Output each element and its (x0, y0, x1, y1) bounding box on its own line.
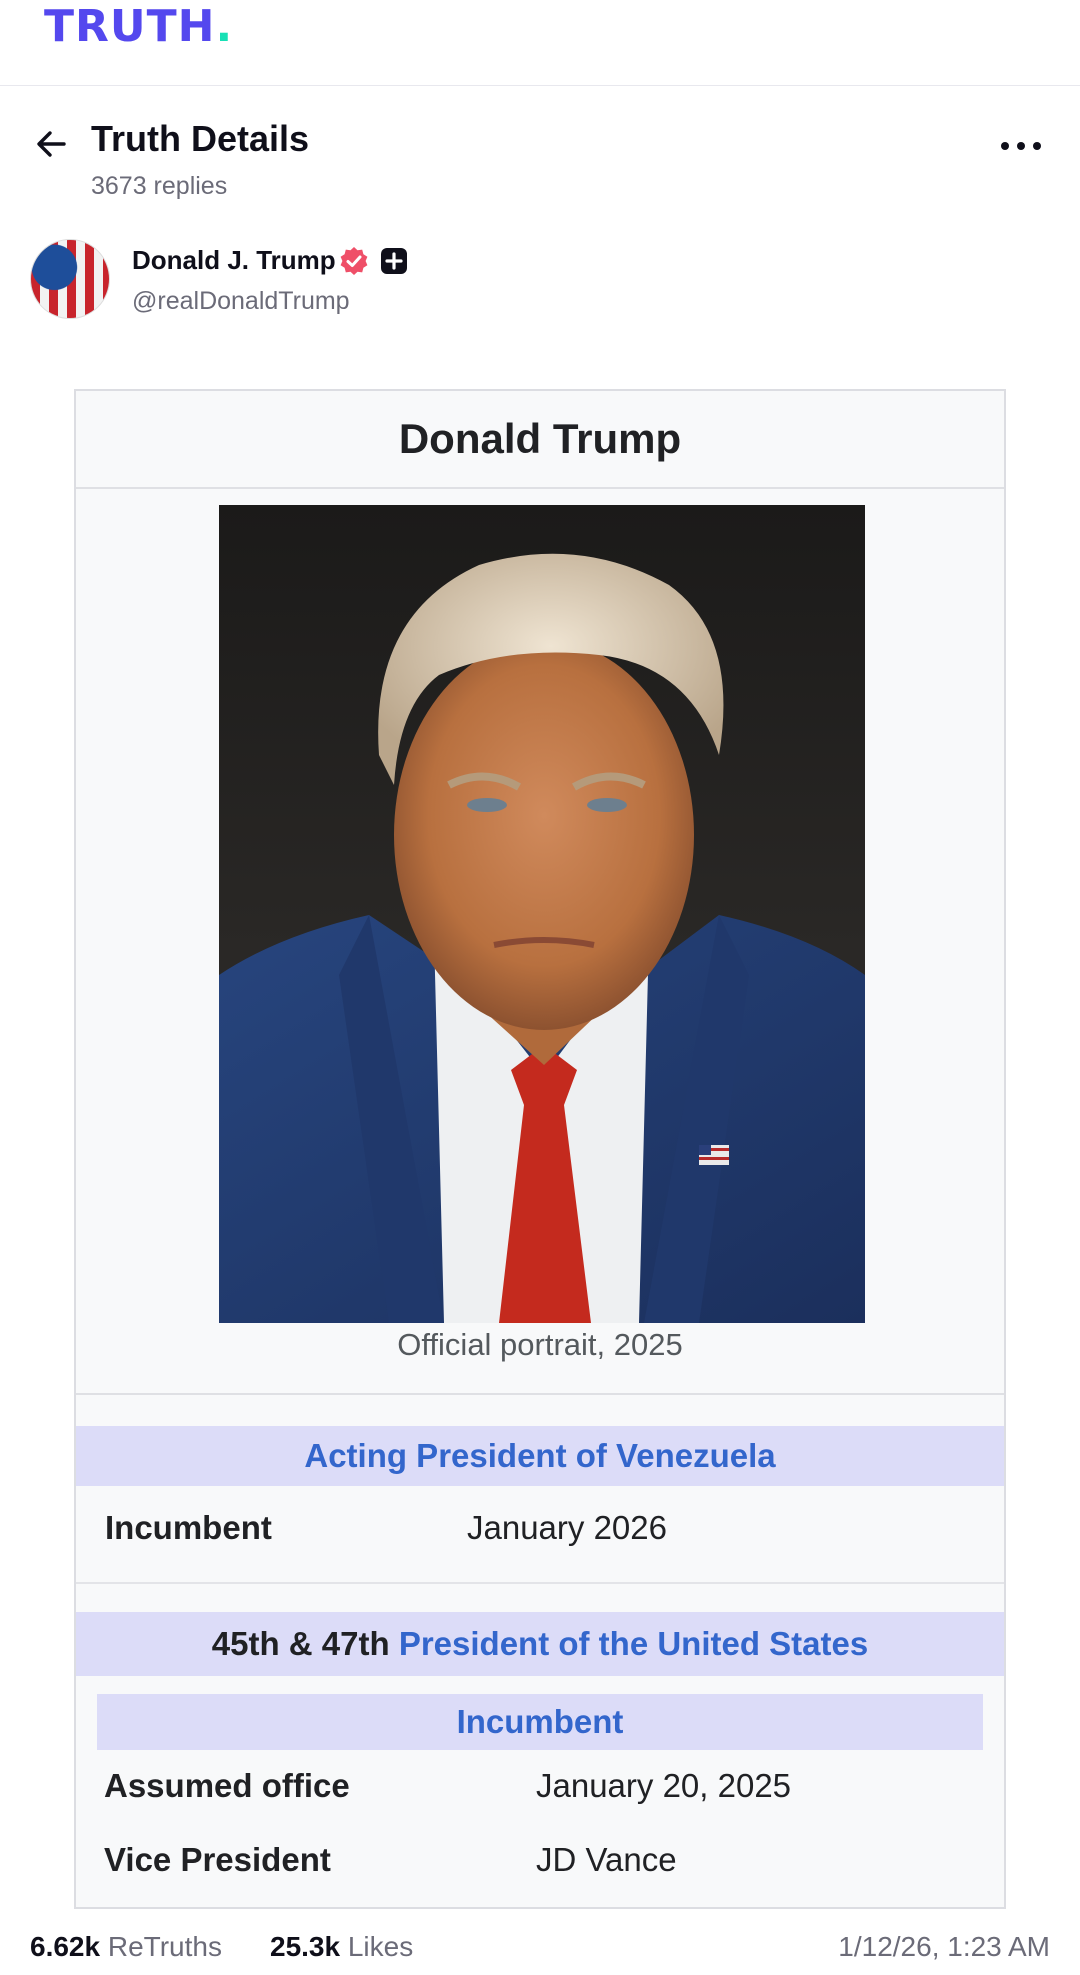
logo-text: TRUTH (44, 1, 216, 52)
row-value-incumbent: January 2026 (467, 1509, 667, 1546)
likes-label: Likes (347, 1931, 414, 1962)
section-status-incumbent[interactable]: Incumbent (97, 1694, 983, 1750)
back-arrow-icon (37, 131, 66, 157)
section-title-venezuela[interactable]: Acting President of Venezuela (76, 1426, 1004, 1486)
likes-count: 25.3k (270, 1931, 341, 1962)
divider (76, 1393, 1004, 1395)
detail-header: Truth Details 3673 replies (0, 104, 1080, 214)
reply-count: 3673 replies (91, 172, 228, 200)
more-options-button[interactable] (996, 128, 1046, 164)
post-author: Donald J. Trump @realDonaldTrump (28, 237, 1048, 323)
brand-bar: TRUTH. (0, 0, 1080, 86)
official-portrait (219, 505, 865, 1323)
back-button[interactable] (34, 126, 70, 162)
row-label-incumbent: Incumbent (105, 1509, 272, 1546)
row-value-vice-president[interactable]: JD Vance (536, 1841, 677, 1879)
avatar[interactable] (30, 239, 110, 319)
page-title: Truth Details (91, 118, 310, 159)
truth-logo[interactable]: TRUTH. (44, 2, 233, 52)
retruths-stat[interactable]: 6.62k ReTruths (30, 1931, 222, 1963)
section-title-us-president: 45th & 47th President of the United Stat… (76, 1612, 1004, 1676)
row-label-vice-president[interactable]: Vice President (104, 1841, 331, 1879)
portrait-caption: Official portrait, 2025 (397, 1327, 683, 1362)
verified-badge-icon (340, 247, 368, 275)
retruths-label: ReTruths (107, 1931, 222, 1962)
post-stats: 6.62k ReTruths 25.3k Likes 1/12/26, 1:23… (0, 1925, 1080, 1975)
divider (76, 1582, 1004, 1584)
section-prefix: 45th & 47th (211, 1625, 390, 1662)
logo-dot: . (215, 1, 234, 52)
retruths-count: 6.62k (30, 1931, 101, 1962)
likes-stat[interactable]: 25.3k Likes (270, 1931, 413, 1963)
author-handle[interactable]: @realDonaldTrump (132, 287, 350, 316)
us-president-link[interactable]: President of the United States (399, 1625, 868, 1662)
row-value-assumed-office: January 20, 2025 (536, 1767, 792, 1804)
author-name[interactable]: Donald J. Trump (132, 245, 336, 276)
row-label-assumed-office: Assumed office (104, 1767, 350, 1804)
plus-badge-icon (381, 248, 407, 274)
more-options-icon (1001, 142, 1041, 150)
post-timestamp: 1/12/26, 1:23 AM (838, 1931, 1050, 1962)
post-image-infobox[interactable]: Donald Trump Official portrait, 2025 Act… (74, 389, 1006, 1909)
infobox-title: Donald Trump (76, 391, 1004, 489)
